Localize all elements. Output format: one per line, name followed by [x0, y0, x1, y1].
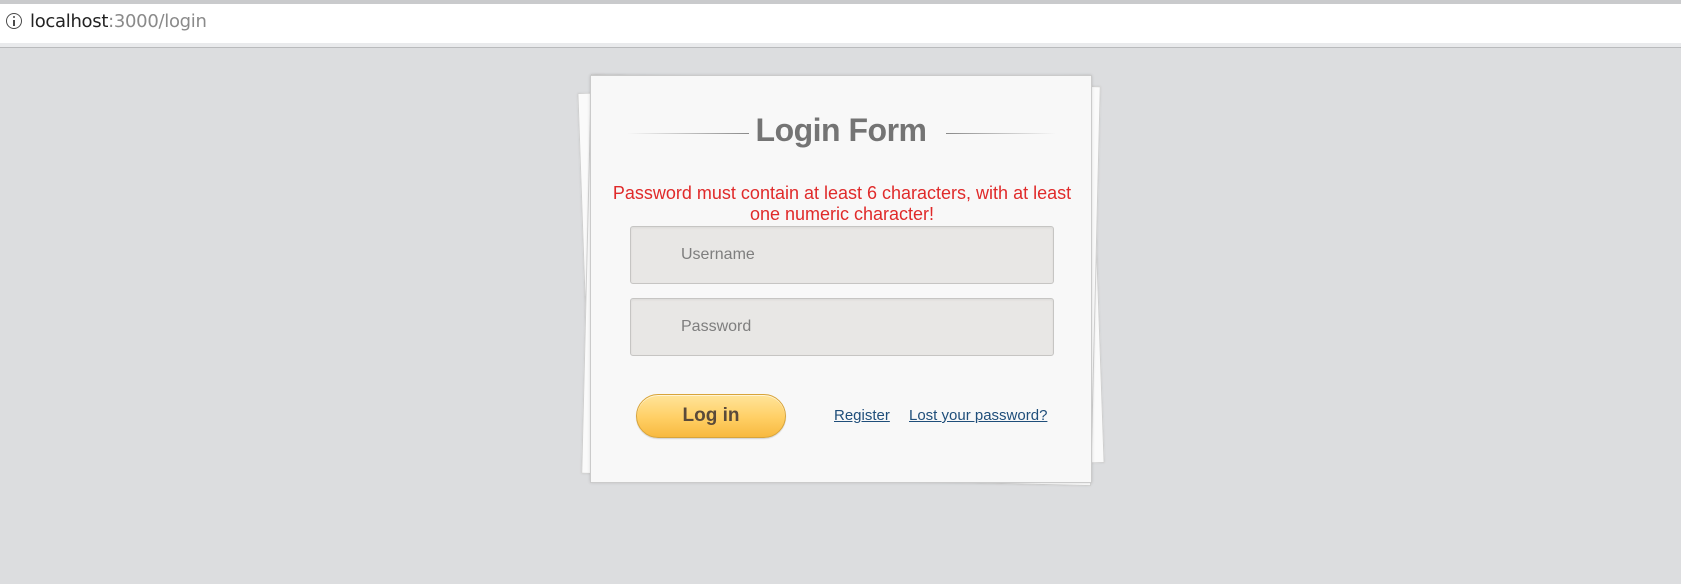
login-card: Login Form Password must contain at leas… [590, 75, 1092, 483]
browser-address-bar[interactable]: localhost:3000/login [0, 0, 1681, 48]
lost-password-link[interactable]: Lost your password? [909, 407, 1047, 424]
error-message: Password must contain at least 6 charact… [612, 183, 1072, 224]
password-input[interactable] [630, 298, 1054, 356]
page-title: Login Form [755, 112, 927, 148]
url-text[interactable]: localhost:3000/login [30, 11, 207, 33]
login-button[interactable]: Log in [636, 394, 786, 438]
register-link[interactable]: Register [834, 407, 890, 424]
username-input[interactable] [630, 226, 1054, 284]
url-host: localhost [30, 11, 109, 32]
info-circle-icon[interactable] [6, 13, 22, 29]
url-path: :3000/login [108, 11, 207, 32]
